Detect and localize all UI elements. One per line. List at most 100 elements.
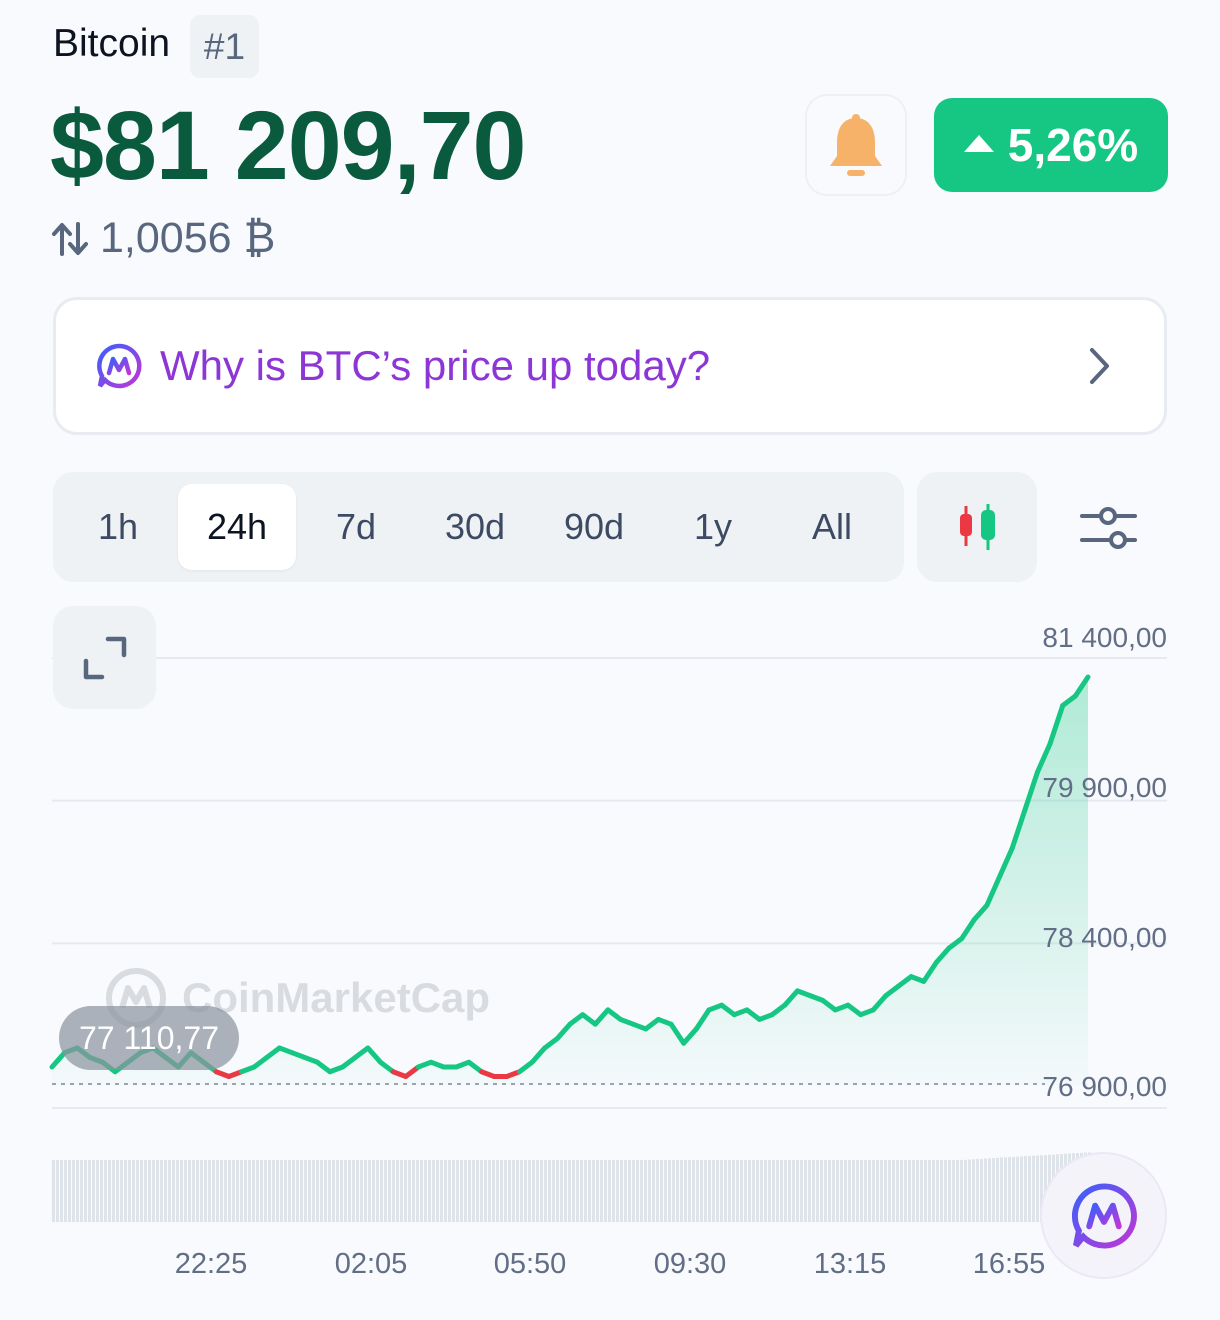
coin-name: Bitcoin [53,22,171,65]
why-price-up-card[interactable]: Why is BTC’s price up today? [53,297,1167,435]
volume-bar [364,1160,367,1222]
volume-bar [144,1160,147,1222]
tab-24h[interactable]: 24h [178,484,296,570]
volume-bar [956,1160,959,1222]
volume-bar [700,1160,703,1222]
volume-bar [96,1160,99,1222]
volume-bar [196,1160,199,1222]
chart-settings-button[interactable] [1073,492,1145,564]
tab-1y[interactable]: 1y [654,484,772,570]
price-line-segment [832,1002,851,1013]
volume-bar [928,1160,931,1222]
price-line-segment [668,1021,687,1046]
volume-bar [684,1160,687,1222]
volume-bar [784,1160,787,1222]
price-alert-button[interactable] [805,94,907,196]
volume-bar [900,1160,903,1222]
tab-7d[interactable]: 7d [297,484,415,570]
volume-bar [292,1160,295,1222]
candlestick-icon [960,504,995,550]
price-value: $81 209,70 [50,91,526,200]
price-line-segment [314,1059,333,1075]
volume-bar [544,1160,547,1222]
volume-bar [232,1160,235,1222]
volume-bar [64,1160,67,1222]
volume-bar [272,1160,275,1222]
volume-bar [280,1160,283,1222]
volume-bar [676,1160,679,1222]
price-line-segment [428,1059,447,1070]
x-tick-label: 05:50 [493,1248,567,1280]
volume-bar [860,1160,863,1222]
price-line-segment [276,1045,295,1056]
volume-bar [572,1160,575,1222]
volume-bar [392,1160,395,1222]
cmc-ai-assistant-button[interactable] [1040,1152,1167,1279]
price-line-segment [1060,693,1078,709]
fullscreen-button[interactable] [53,606,156,709]
volume-bar [848,1160,851,1222]
volume-bar [688,1160,691,1222]
tab-all[interactable]: All [773,484,891,570]
volume-bar [916,1160,919,1222]
volume-bar [60,1160,63,1222]
timeframe-tabs: 1h 24h 7d 30d 90d 1y All [53,472,904,582]
tab-30d[interactable]: 30d [416,484,534,570]
x-tick-label: 02:05 [334,1248,408,1280]
volume-bar [1028,1155,1031,1222]
candlestick-toggle-button[interactable] [917,472,1037,582]
tab-90d[interactable]: 90d [535,484,653,570]
volume-bar [136,1160,139,1222]
volume-bar [920,1160,923,1222]
volume-bar [312,1160,315,1222]
volume-bar [556,1160,559,1222]
volume-bar [744,1160,747,1222]
price-line-segment [504,1069,522,1079]
price-line-segment [870,993,889,1013]
volume-bar [264,1160,267,1222]
price-line-segment [693,1007,712,1032]
volume-bar [420,1160,423,1222]
volume-bar [352,1160,355,1222]
volume-bar [216,1160,219,1222]
volume-bar [896,1160,899,1222]
volume-bar [968,1159,971,1222]
price-line-segment [655,1016,674,1027]
volume-bar [300,1160,303,1222]
volume-bar [268,1160,271,1222]
volume-bar [296,1160,299,1222]
volume-bar [468,1160,471,1222]
price-line-segment [479,1069,497,1079]
volume-bar [424,1160,427,1222]
volume-bar [656,1160,659,1222]
volume-bar [368,1160,371,1222]
volume-bar [248,1160,251,1222]
volume-bar [244,1160,247,1222]
volume-bar [124,1160,127,1222]
volume-bar [844,1160,847,1222]
volume-bar [528,1160,531,1222]
price-line-segment [289,1050,308,1060]
volume-bar [412,1160,415,1222]
volume-bar [116,1160,119,1222]
volume-bar [452,1160,455,1222]
volume-bar [940,1160,943,1222]
volume-bar [660,1160,663,1222]
swap-arrows-icon [52,221,88,256]
volume-bar [648,1160,651,1222]
volume-bar [608,1160,611,1222]
volume-bar [772,1160,775,1222]
volume-bar [536,1160,539,1222]
btc-conversion[interactable]: 1,0056 ₿ [52,214,275,263]
tab-1h[interactable]: 1h [59,484,177,570]
volume-bar [160,1160,163,1222]
y-tick-label: 81 400,00 [1042,622,1167,653]
price-line-segment [453,1059,472,1070]
volume-bar [856,1160,859,1222]
volume-bar [616,1160,619,1222]
volume-bar [328,1160,331,1222]
volume-bar [816,1160,819,1222]
price-line-segment [567,1012,586,1027]
volume-bar [156,1160,159,1222]
price-line-segment [377,1059,396,1075]
